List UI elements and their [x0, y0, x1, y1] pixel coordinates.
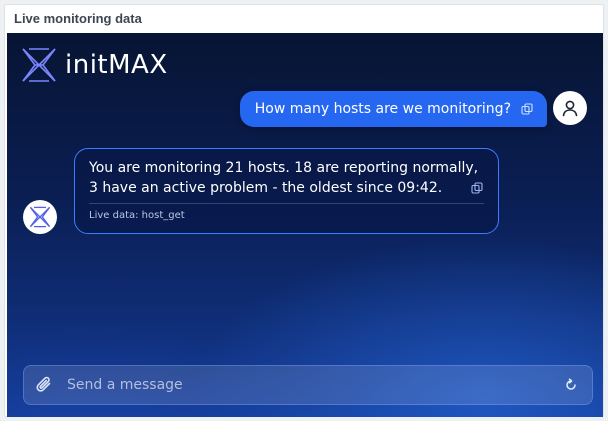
- chat-panel: initMAX How many hosts are we monitoring…: [7, 33, 603, 417]
- assistant-message-text: You are monitoring 21 hosts. 18 are repo…: [89, 160, 479, 196]
- user-message-text: How many hosts are we monitoring?: [254, 101, 511, 117]
- assistant-avatar: [23, 200, 57, 234]
- initmax-logo-icon: [29, 206, 51, 228]
- brand: initMAX: [19, 45, 168, 85]
- paperclip-icon[interactable]: [35, 375, 55, 395]
- widget-title: Live monitoring data: [14, 11, 142, 26]
- user-avatar: [553, 91, 587, 125]
- message-divider: [89, 203, 484, 204]
- user-icon: [562, 100, 578, 117]
- initmax-logo-icon: [22, 48, 56, 82]
- copy-icon[interactable]: [471, 182, 483, 194]
- brand-name: initMAX: [65, 50, 168, 80]
- message-input[interactable]: [65, 369, 564, 401]
- copy-icon[interactable]: [521, 103, 533, 115]
- message-composer: [23, 365, 593, 405]
- assistant-message: You are monitoring 21 hosts. 18 are repo…: [74, 148, 499, 234]
- user-message: How many hosts are we monitoring?: [239, 91, 547, 127]
- monitoring-widget: Live monitoring data initMAX How many ho…: [4, 4, 604, 417]
- live-data-source: Live data: host_get: [89, 210, 185, 221]
- reload-icon[interactable]: [564, 378, 578, 392]
